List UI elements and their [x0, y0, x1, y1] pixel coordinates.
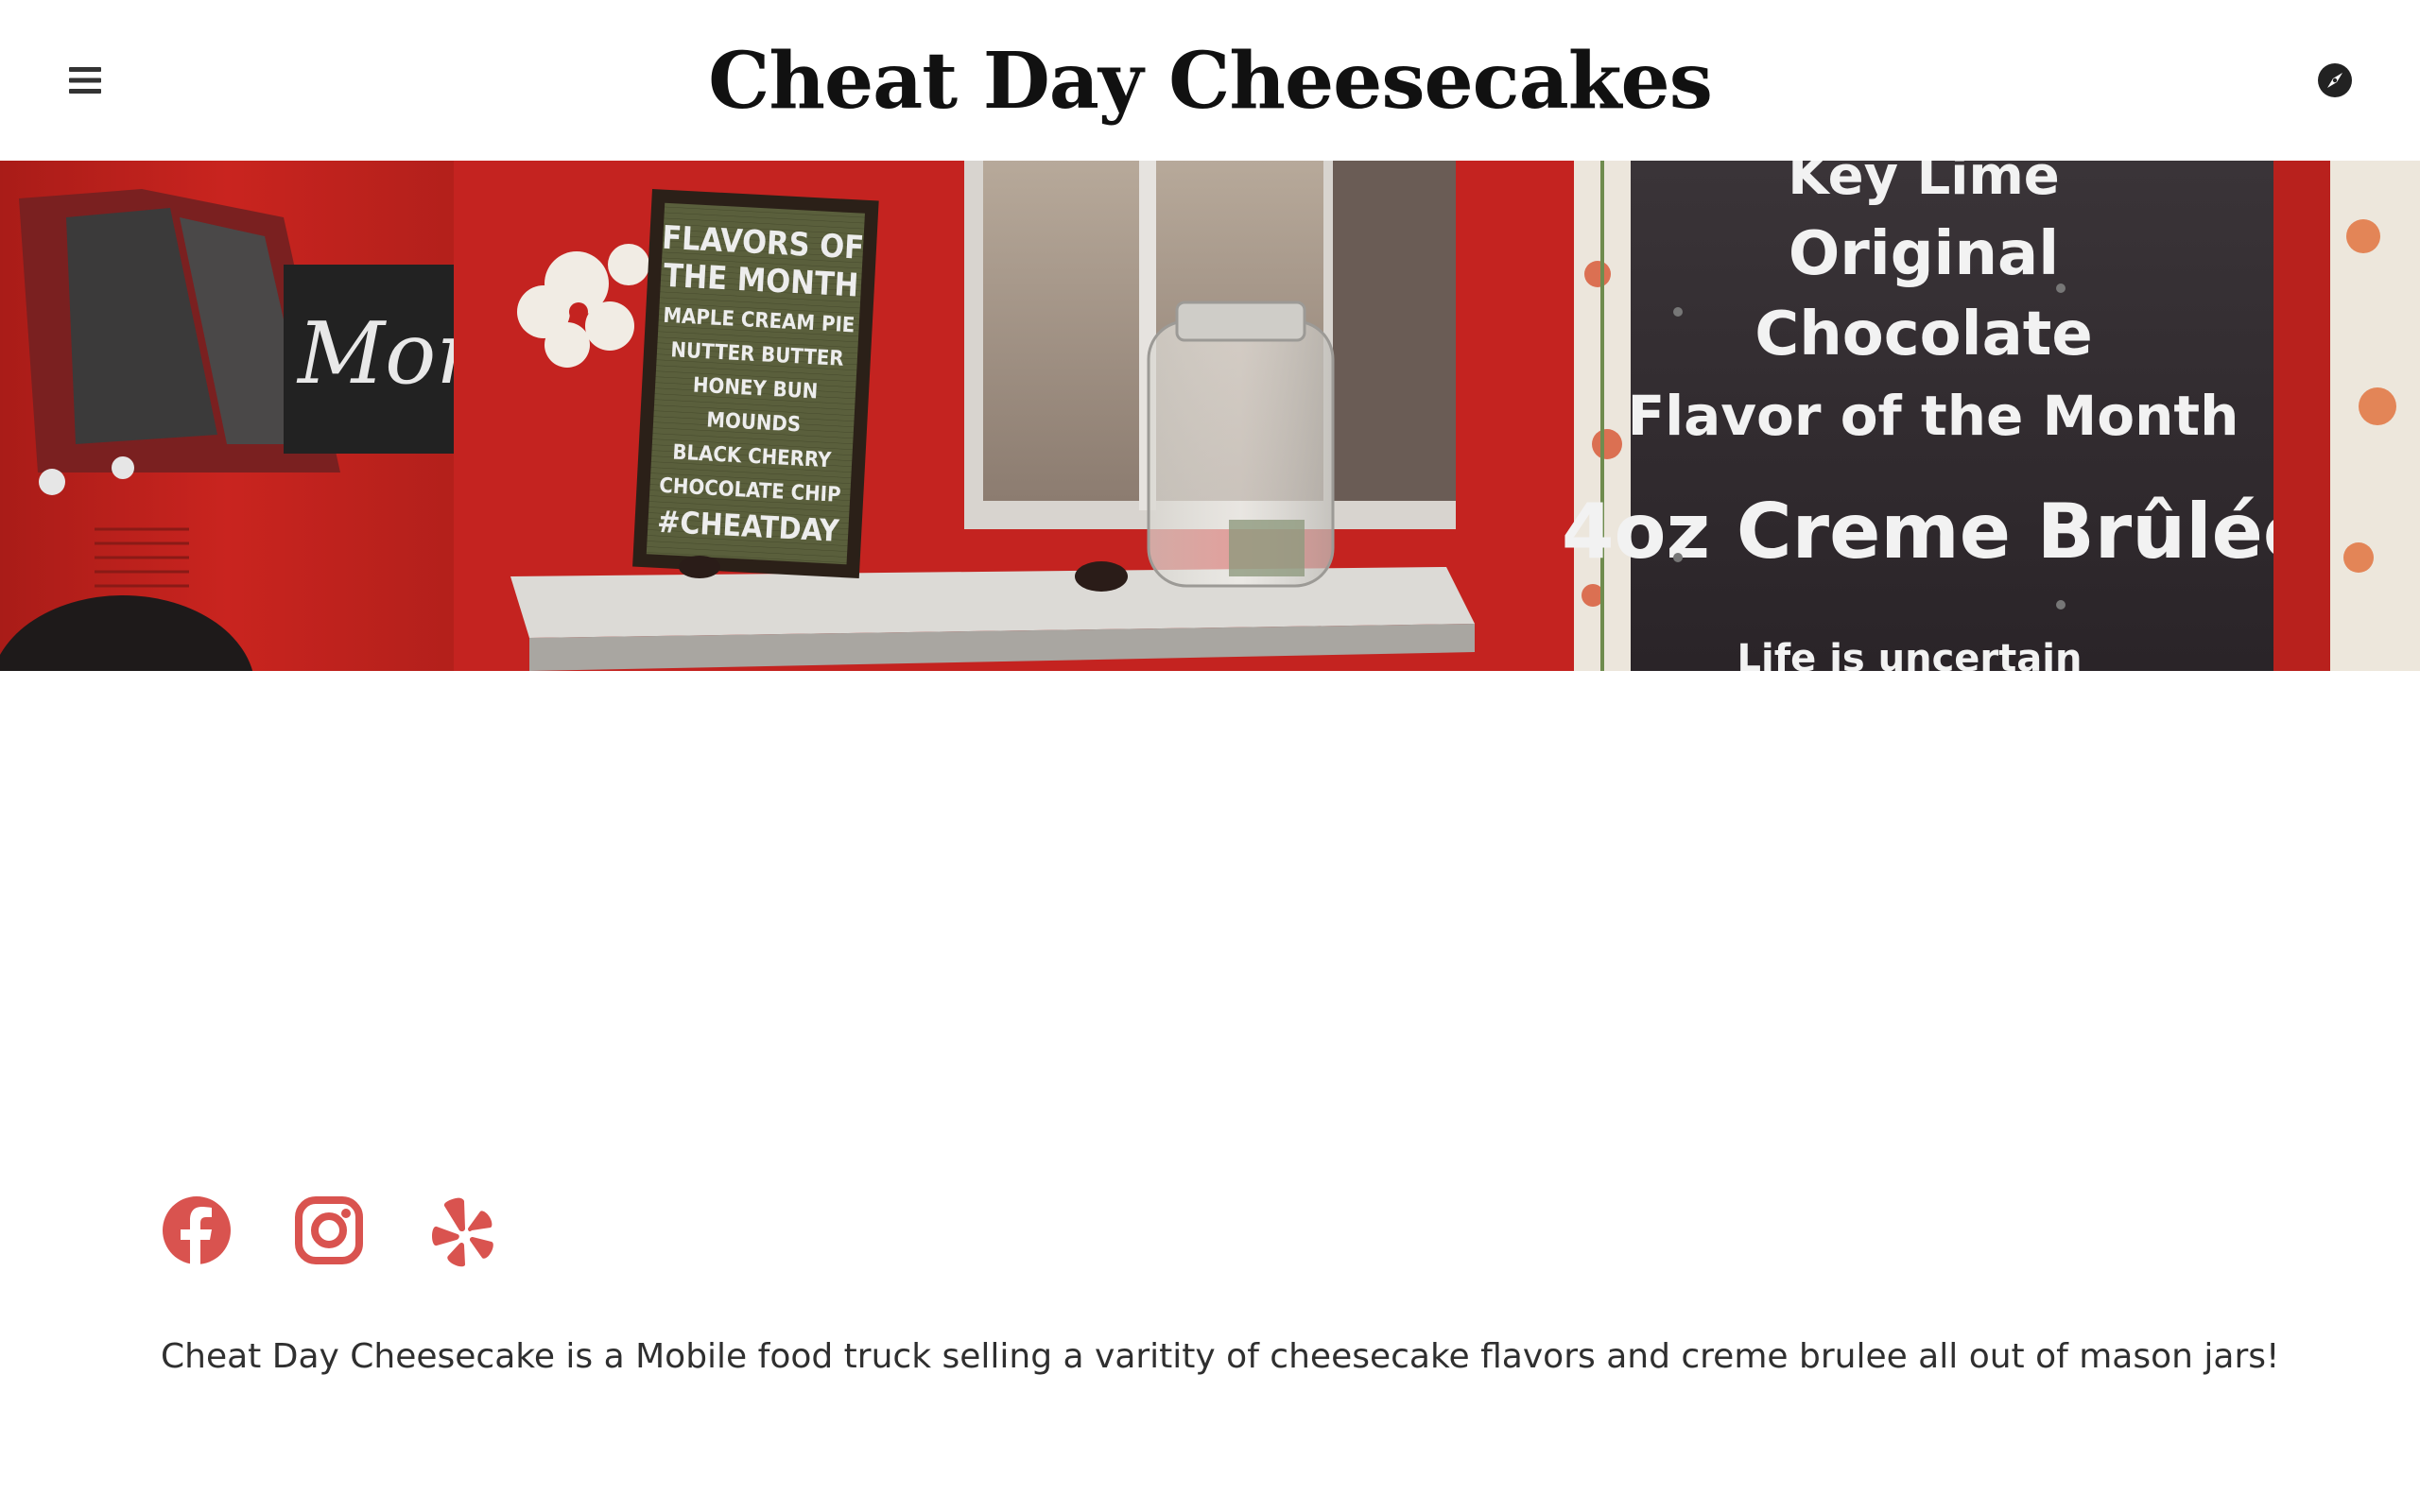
- chalkboard-line: Original: [1789, 219, 2059, 289]
- chalkboard-line: Flavor of the Month: [1628, 384, 2239, 448]
- chalkboard-line: 4oz Creme Brûlée: [1562, 488, 2314, 576]
- facebook-link[interactable]: [159, 1193, 234, 1268]
- yelp-link[interactable]: [424, 1193, 499, 1268]
- compass-icon: [2318, 63, 2352, 97]
- social-links: [159, 1193, 499, 1268]
- chalkboard-line: Life is uncertain: [1737, 637, 2083, 671]
- facebook-icon: [163, 1196, 231, 1266]
- site-title[interactable]: Cheat Day Cheesecakes: [0, 34, 2420, 129]
- instagram-link[interactable]: [291, 1193, 367, 1268]
- chalkboard-line: Key Lime: [1788, 161, 2060, 207]
- instagram-icon: [295, 1196, 363, 1264]
- yelp-icon: [432, 1197, 493, 1267]
- business-description: Cheat Day Cheesecake is a Mobile food tr…: [161, 1337, 2280, 1376]
- svg-text:Mor: Mor: [296, 304, 481, 404]
- letterboard-line: MOUNDS: [706, 408, 802, 437]
- chalkboard-line: Chocolate: [1754, 300, 2093, 369]
- hero-image: Mor FLAVORS OF THE MONTH MAPLE CREAM PIE…: [0, 161, 2420, 671]
- site-header: Cheat Day Cheesecakes: [0, 0, 2420, 161]
- explore-button[interactable]: [2307, 52, 2363, 109]
- mason-jar: [1147, 301, 1335, 588]
